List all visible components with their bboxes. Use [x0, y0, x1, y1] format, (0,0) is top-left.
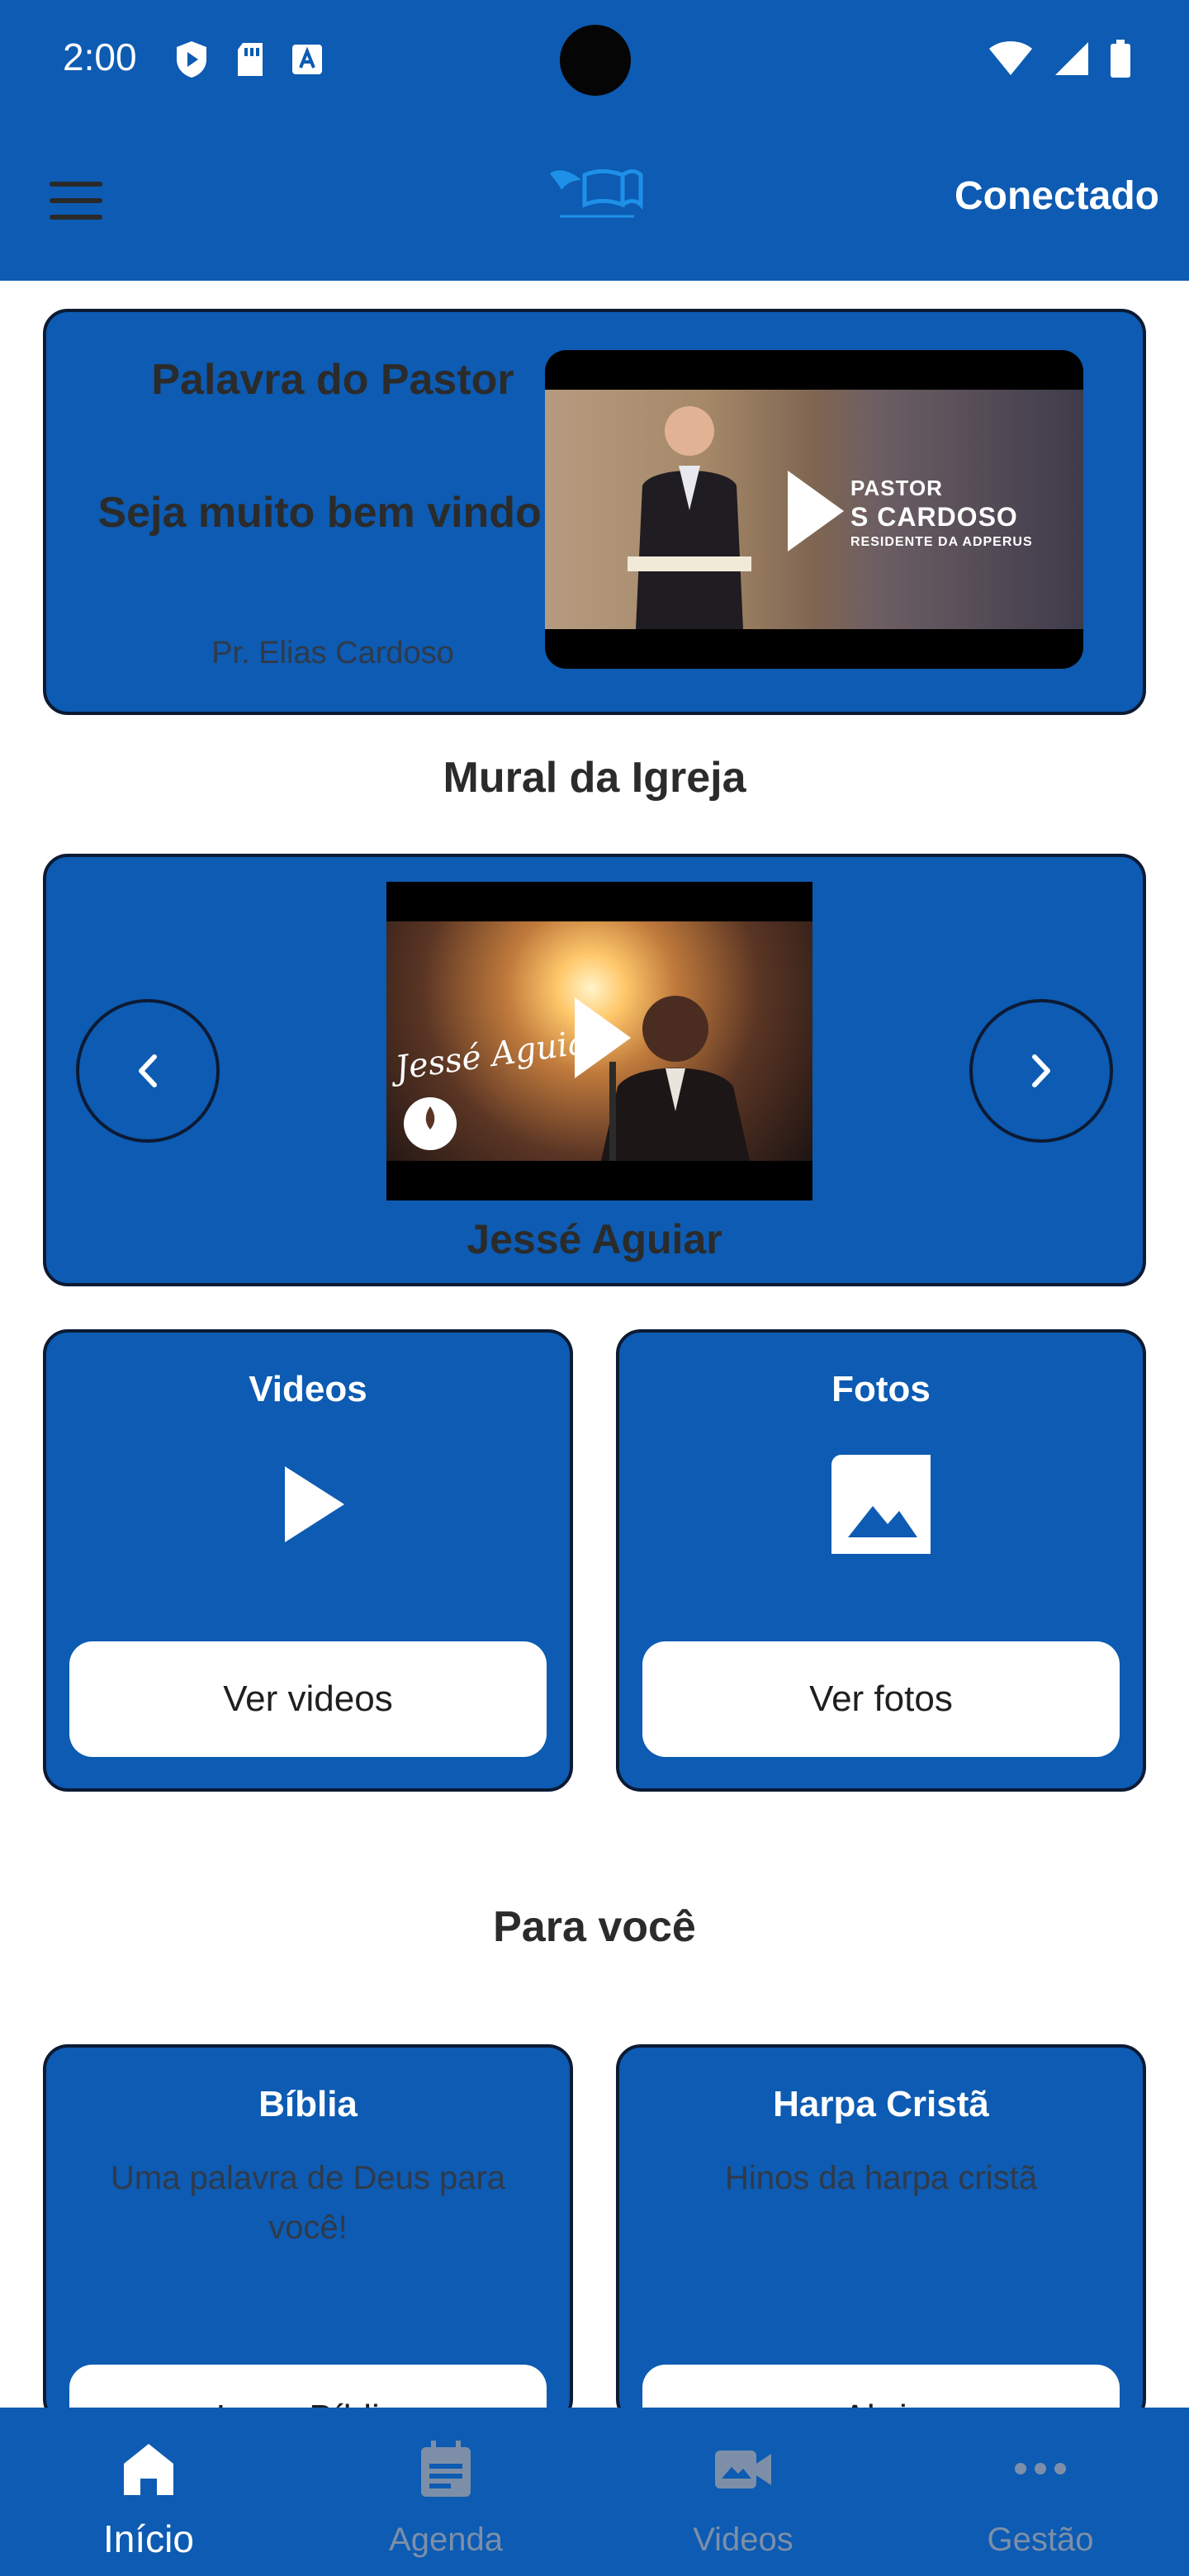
- nav-item-home[interactable]: Início: [0, 2408, 297, 2576]
- hymnal-tile: Harpa Cristã Hinos da harpa cristã Abrir: [616, 2044, 1146, 2480]
- church-logo: [550, 169, 643, 218]
- chevron-right-icon: [1032, 1054, 1050, 1087]
- video-camera-icon: [715, 2451, 771, 2488]
- play-icon[interactable]: [568, 992, 634, 1083]
- chevron-left-icon: [139, 1054, 157, 1087]
- image-icon: [831, 1455, 931, 1554]
- video-overlay-text: RESIDENTE DA ADPERUS: [850, 535, 1033, 549]
- wifi-icon: [989, 41, 1032, 75]
- play-icon: [285, 1466, 344, 1542]
- pastor-word-card: Palavra do Pastor Seja muito bem vindo !…: [43, 309, 1146, 715]
- carousel-prev-button[interactable]: [76, 999, 220, 1143]
- battery-icon: [1111, 40, 1130, 78]
- play-icon[interactable]: [781, 466, 847, 556]
- pastor-card-title: Palavra do Pastor: [151, 356, 514, 404]
- video-overlay-text: PASTOR: [850, 476, 943, 500]
- tile-title: Videos: [249, 1369, 367, 1409]
- tile-subtitle: Uma palavra de Deus para você!: [110, 2160, 506, 2246]
- nav-item-label: Videos: [693, 2522, 793, 2558]
- bottom-navigation: Início Agenda Videos Gestão: [0, 2408, 1189, 2576]
- hamburger-menu-icon[interactable]: [50, 182, 116, 231]
- app-bar: Conectado: [0, 124, 1189, 281]
- videos-tile: Videos Ver videos: [43, 1329, 573, 1792]
- pastor-figure-image: [628, 406, 751, 629]
- status-bar: 2:00: [0, 0, 1189, 124]
- nav-item-label: Gestão: [987, 2522, 1094, 2558]
- tile-subtitle: Hinos da harpa cristã: [725, 2160, 1037, 2196]
- view-photos-button[interactable]: Ver fotos: [642, 1641, 1120, 1757]
- nav-item-management[interactable]: Gestão: [892, 2408, 1189, 2576]
- carousel-next-button[interactable]: [969, 999, 1113, 1143]
- todah-logo: [404, 1097, 457, 1150]
- nav-item-label: Início: [103, 2517, 194, 2560]
- home-icon: [124, 2444, 173, 2495]
- connected-button[interactable]: Conectado: [955, 173, 1159, 219]
- camera-cutout: [560, 25, 631, 96]
- nav-item-label: Agenda: [389, 2522, 503, 2558]
- tile-title: Fotos: [831, 1369, 931, 1409]
- calendar-icon: [421, 2441, 471, 2497]
- status-right-icons: [989, 40, 1131, 78]
- for-you-section-title: Para você: [493, 1903, 696, 1951]
- video-overlay-text: S CARDOSO: [850, 502, 1018, 532]
- photos-tile: Fotos Ver fotos: [616, 1329, 1146, 1792]
- pastor-video-player[interactable]: PASTOR S CARDOSO RESIDENTE DA ADPERUS: [545, 350, 1083, 669]
- view-videos-button[interactable]: Ver videos: [69, 1641, 547, 1757]
- more-icon: [1015, 2463, 1066, 2474]
- signal-icon: [1055, 42, 1088, 75]
- nav-item-agenda[interactable]: Agenda: [297, 2408, 594, 2576]
- sd-card-icon: [238, 43, 263, 76]
- pastor-welcome-text: Seja muito bem vindo !: [97, 489, 568, 537]
- status-left-icons: [173, 40, 324, 79]
- pastor-name: Pr. Elias Cardoso: [211, 636, 454, 670]
- mural-section-title: Mural da Igreja: [443, 754, 746, 802]
- mural-video-player[interactable]: Jessé Aguiar: [386, 882, 812, 1200]
- mural-caption: Jessé Aguiar: [467, 1216, 722, 1262]
- font-a-icon: [292, 45, 322, 74]
- shield-play-icon: [177, 41, 206, 78]
- bible-tile: Bíblia Uma palavra de Deus para você! Le…: [43, 2044, 573, 2480]
- tile-title: Bíblia: [258, 2084, 358, 2124]
- tile-title: Harpa Cristã: [773, 2084, 989, 2124]
- mural-carousel-card: Jessé Aguiar Jessé Aguiar: [43, 854, 1146, 1286]
- status-time: 2:00: [63, 36, 137, 78]
- nav-item-videos[interactable]: Videos: [594, 2408, 892, 2576]
